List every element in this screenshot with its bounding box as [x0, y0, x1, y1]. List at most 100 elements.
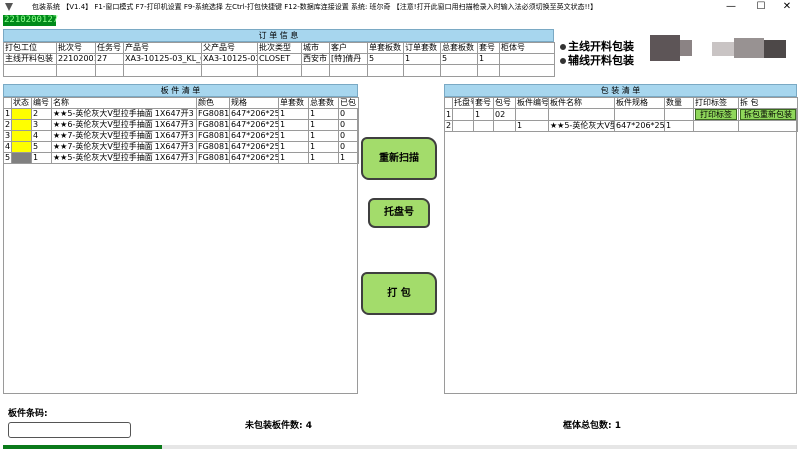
pack-cell [473, 120, 494, 132]
order-column-header: 任务号 [95, 42, 124, 54]
order-cell: [特]倩丹 [329, 53, 368, 65]
pack-list-header: 包 装 清 单 [444, 84, 797, 97]
table-row[interactable]: 2 3 ★★6-英伦灰大V型拉手抽面 1X647开3 FG8081 647*206*25 1… [3, 119, 359, 131]
board-cell: FG8081 [196, 130, 230, 142]
board-cell: ★★5-英伦灰大V型拉手抽面 1X647开3 [51, 108, 197, 120]
row-number: 2 [3, 119, 12, 131]
pack-cell [493, 120, 516, 132]
pack-columns-row: 托盘号套号包号板件编号板件名称板件规格数量打印标签拆 包 [444, 97, 798, 109]
order-column-header: 打包工位 [3, 42, 57, 54]
table-row[interactable]: 1 1 02 打印标签 拆包重新包装 [444, 108, 798, 121]
maximize-button[interactable]: ☐ [748, 0, 774, 14]
board-cell: 1 [31, 152, 52, 164]
board-column-header: 名称 [51, 97, 197, 109]
split-pack-cell: 拆包重新包装 [738, 108, 798, 121]
board-cell: 647*206*25 [229, 130, 279, 142]
row-number: 4 [3, 141, 12, 153]
order-column-header: 产品号 [123, 42, 202, 54]
pack-cell [664, 108, 694, 121]
board-column-header: 编号 [31, 97, 52, 109]
board-list-table: 状态 编号 名称 颜色 规格 单套数 总套数 已包 1 2 ★★5-英伦灰大V型拉手抽面 1X647… [3, 97, 359, 164]
order-cell: 27 [95, 53, 124, 65]
pack-cell [548, 108, 615, 121]
board-cell: 1 [278, 108, 309, 120]
board-size: 647*206*25 [231, 153, 279, 163]
pack-column-header: 板件编号 [515, 97, 549, 109]
order-cell: 22102001 [56, 53, 96, 65]
pack-cell [452, 120, 474, 132]
unpacked-count: 未包装板件数: 4 [245, 421, 312, 431]
status-badge [11, 152, 32, 164]
board-column-header: 已包 [338, 97, 359, 109]
print-label-button[interactable]: 打印标签 [695, 109, 737, 120]
board-cell: 1 [278, 141, 309, 153]
board-cell: 0 [338, 108, 359, 120]
order-data-row[interactable]: 主线开料包装2210200127XA3-10125-03_KL_02XA3-10… [3, 53, 555, 65]
board-cell: 1 [308, 130, 339, 142]
order-column-header: 批次号 [56, 42, 96, 54]
print-label-cell: 打印标签 [693, 108, 739, 121]
radio-selected-icon [560, 58, 566, 64]
board-column-header: 总套数 [308, 97, 339, 109]
radio-selected-icon [560, 44, 566, 50]
pack-cell: 1 [515, 120, 549, 132]
order-cell: 5 [367, 53, 404, 65]
board-cell: 1 [308, 152, 339, 164]
pack-column-header: 板件名称 [548, 97, 615, 109]
order-cell: 5 [440, 53, 478, 65]
avatar-image [650, 35, 680, 61]
pallet-number-button[interactable]: 托盘号 [368, 198, 430, 228]
progress-bar [3, 445, 797, 449]
order-cell: 1 [477, 53, 500, 65]
split-repack-button[interactable]: 拆包重新包装 [740, 109, 796, 120]
rescan-button[interactable]: 重新扫描 [361, 137, 437, 180]
window-title: 包装系统 【V1.4】 F1-窗口模式 F7-打印机设置 F9-系统选择 左Ct… [32, 3, 598, 11]
board-cell: FG8081 [196, 119, 230, 131]
board-size-note: 1X647开3 [154, 109, 194, 119]
pack-column-header: 板件规格 [614, 97, 665, 109]
pack-button[interactable]: 打 包 [361, 272, 437, 315]
pack-cell: 02 [493, 108, 516, 121]
order-column-header: 父产品号 [201, 42, 258, 54]
board-cell: FG8081 [196, 141, 230, 153]
table-row[interactable]: 3 4 ★★7-英伦灰大V型拉手抽面 1X647开3 FG8081 647*206*25 1… [3, 130, 359, 142]
barcode-input[interactable] [8, 422, 131, 438]
table-row[interactable]: 2 1 ★★5-英伦灰大V型 647*206*25 1 [444, 120, 798, 132]
table-row[interactable]: 1 2 ★★5-英伦灰大V型拉手抽面 1X647开3 FG8081 647*206*25 1… [3, 108, 359, 120]
board-column-header: 颜色 [196, 97, 230, 109]
board-cell: 0 [338, 141, 359, 153]
board-cell: 1 [278, 152, 309, 164]
total-pack-count: 框体总包数: 1 [563, 421, 621, 431]
batch-id-display: 2210200127 [3, 15, 59, 26]
status-badge [11, 108, 32, 120]
row-header-corner [444, 97, 453, 109]
board-column-header: 单套数 [278, 97, 309, 109]
avatar-image [734, 38, 764, 58]
status-badge [11, 130, 32, 142]
board-cell: 647*206*25 [229, 152, 279, 164]
board-cell: 647*206*25 [229, 108, 279, 120]
aux-line-option[interactable]: 辅线开料包装 [560, 52, 634, 68]
pack-cell: 1 [664, 120, 694, 132]
pack-column-header: 拆 包 [738, 97, 798, 109]
board-list-header: 板 件 清 单 [3, 84, 358, 97]
order-cell: XA3-10125-03 [201, 53, 258, 65]
table-row[interactable]: 4 5 ★★7-英伦灰大V型拉手抽面 1X647开3 FG8081 647*206*25 1… [3, 141, 359, 153]
order-column-header: 单套板数 [367, 42, 404, 54]
board-cell: ★★6-英伦灰大V型拉手抽面 1X647开3 [51, 119, 197, 131]
title-bar: 包装系统 【V1.4】 F1-窗口模式 F7-打印机设置 F9-系统选择 左Ct… [0, 0, 800, 14]
close-button[interactable]: ✕ [774, 0, 800, 14]
board-size-note: 1X647开3 [154, 142, 194, 152]
board-cell: FG8081 [196, 108, 230, 120]
minimize-button[interactable]: — [718, 0, 744, 14]
board-name: ★★6-英伦灰大V型拉手抽面 [53, 120, 153, 130]
order-empty-row [3, 64, 555, 77]
board-name: ★★7-英伦灰大V型拉手抽面 [53, 142, 153, 152]
board-cell: 4 [31, 130, 52, 142]
order-cell [499, 53, 555, 65]
board-cell: 1 [278, 130, 309, 142]
status-badge [11, 141, 32, 153]
barcode-label: 板件条码: [8, 409, 48, 419]
table-row[interactable]: 5 1 ★★5-英伦灰大V型拉手抽面 1X647开3 FG8081 647*206*25 1… [3, 152, 359, 164]
order-cell: 主线开料包装 [3, 53, 57, 65]
